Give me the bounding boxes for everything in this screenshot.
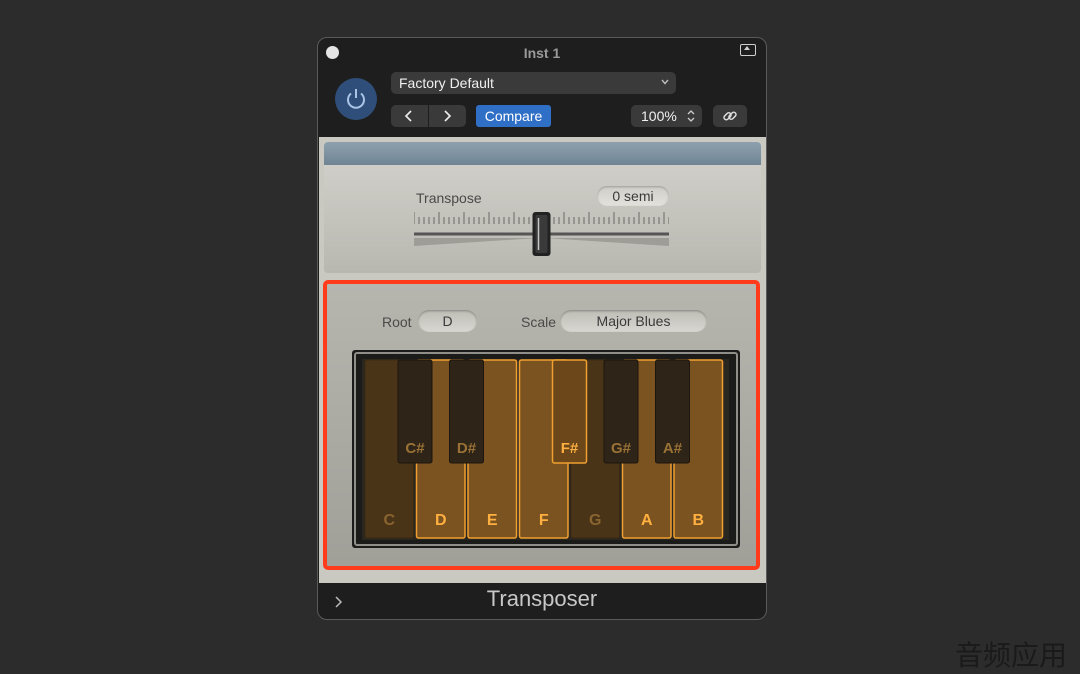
title-bar: Inst 1 (318, 38, 766, 68)
next-preset-button[interactable] (429, 105, 466, 127)
chevron-right-icon (444, 110, 452, 122)
zoom-dropdown[interactable]: 100% (631, 105, 702, 127)
zoom-value: 100% (641, 108, 677, 124)
slider-thumb[interactable] (532, 212, 551, 256)
black-key-D-sharp[interactable]: D# (449, 359, 484, 464)
updown-chevron-icon (687, 110, 695, 122)
scale-dropdown[interactable]: Major Blues (560, 310, 707, 332)
plugin-body: Transpose 0 semi Root D Scale Major Blue… (319, 137, 766, 583)
slider-ramp-left (414, 238, 539, 246)
black-key-G-sharp[interactable]: G# (603, 359, 639, 464)
power-icon (347, 89, 365, 109)
black-key-label: G# (611, 440, 632, 457)
white-key-label: A (641, 512, 653, 529)
root-dropdown[interactable]: D (418, 310, 477, 332)
transpose-panel: Transpose 0 semi (324, 142, 761, 273)
transpose-label: Transpose (416, 190, 482, 206)
black-key-F-sharp[interactable]: F# (551, 359, 588, 464)
black-key-A-sharp[interactable]: A# (655, 359, 690, 464)
plugin-name: Transposer (486, 586, 598, 611)
white-key-label: D (435, 512, 447, 529)
black-key-label: C# (405, 440, 425, 457)
link-button[interactable] (713, 105, 747, 127)
root-label: Root (382, 314, 412, 330)
chevron-left-icon (404, 110, 412, 122)
window-title: Inst 1 (523, 45, 561, 61)
previous-preset-button[interactable] (391, 105, 428, 127)
link-icon (723, 111, 737, 121)
black-key-label: D# (457, 440, 477, 457)
white-key-label: E (487, 512, 498, 529)
expand-icon[interactable] (740, 44, 756, 56)
preset-label: Factory Default (399, 75, 494, 91)
slider-ramp-right (544, 238, 669, 246)
scale-panel: Root D Scale Major Blues C D E F G A B C# D# F# G#… (323, 280, 760, 570)
transpose-value-field[interactable]: 0 semi (597, 186, 669, 206)
black-key-C-sharp[interactable]: C# (397, 359, 433, 464)
black-key-label: F# (561, 440, 579, 457)
scale-label: Scale (521, 314, 557, 330)
white-key-label: G (589, 512, 601, 529)
compare-button[interactable]: Compare (476, 105, 551, 127)
watermark: 音频应用 (955, 639, 1068, 672)
chevron-down-icon (661, 79, 669, 85)
white-key-label: B (692, 512, 704, 529)
power-button[interactable] (335, 78, 377, 120)
panel-header (324, 142, 761, 165)
black-key-label: A# (663, 440, 683, 457)
transpose-slider[interactable] (414, 208, 669, 263)
preset-dropdown[interactable]: Factory Default (391, 72, 676, 94)
white-key-label: C (383, 512, 395, 529)
scale-keyboard[interactable]: C D E F G A B C# D# F# G# A# (352, 350, 740, 548)
white-key-label: F (539, 512, 549, 529)
plugin-window: Inst 1 Factory Default Compare 100% Tran… (317, 37, 767, 620)
